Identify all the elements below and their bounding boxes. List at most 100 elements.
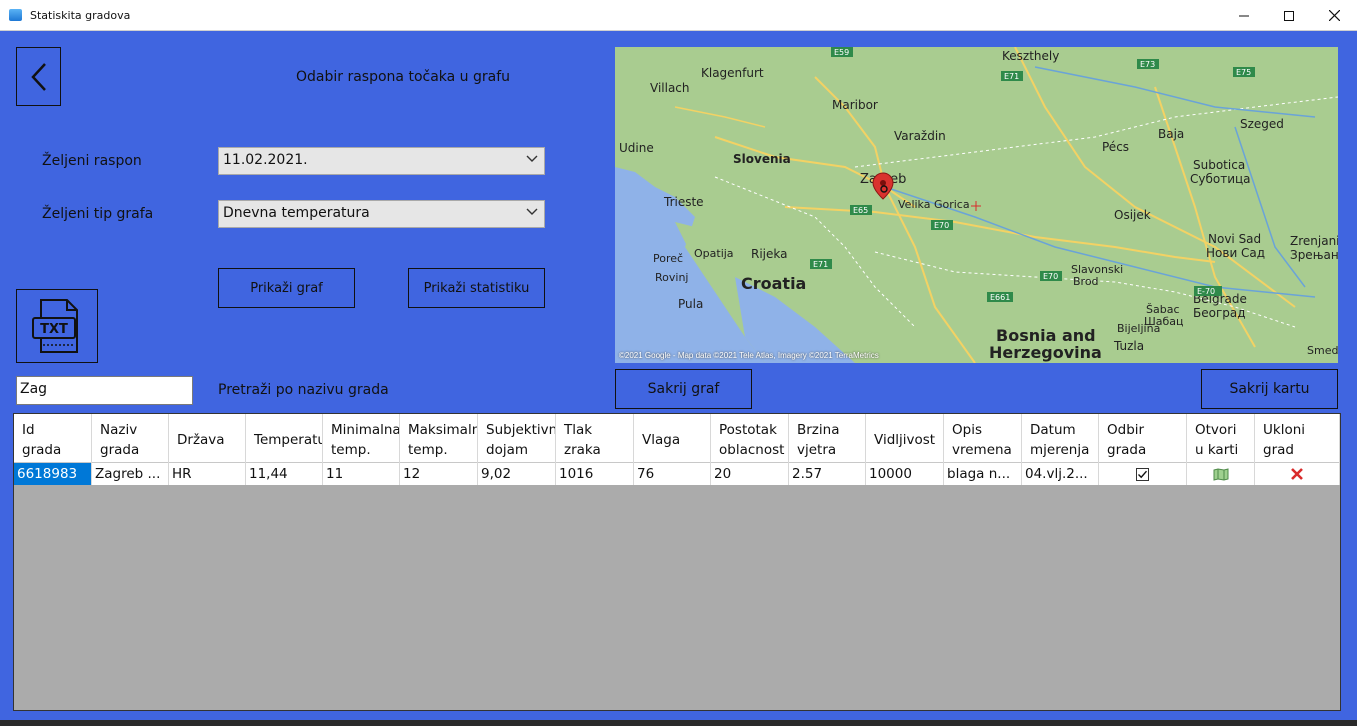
column-header-remove[interactable]: Ukloni grad — [1255, 414, 1340, 463]
minimize-button[interactable] — [1221, 0, 1267, 31]
search-input[interactable]: Zag — [16, 376, 193, 405]
taskbar-edge — [0, 720, 1357, 726]
map-label: Slovenia — [733, 152, 791, 166]
map-label: Rovinj — [655, 271, 688, 284]
map-label: Varaždin — [894, 129, 946, 143]
chevron-down-icon — [526, 208, 538, 215]
map-view[interactable]: Keszthely Klagenfurt Villach Maribor Var… — [615, 47, 1338, 363]
road-shield: E71 — [1004, 72, 1019, 81]
txt-icon-label: TXT — [40, 322, 68, 337]
map-label: Szeged — [1240, 117, 1284, 131]
column-header-wind[interactable]: Brzina vjetra — [789, 414, 866, 463]
show-statistics-button[interactable]: Prikaži statistiku — [408, 268, 545, 308]
road-shield: E70 — [934, 221, 949, 230]
maximize-button[interactable] — [1266, 0, 1312, 31]
column-header-date[interactable]: Datum mjerenja — [1022, 414, 1099, 463]
cell-open-map[interactable] — [1187, 463, 1255, 485]
map-icon — [1213, 467, 1228, 481]
cell-select[interactable] — [1099, 463, 1187, 485]
map-label: Keszthely — [1002, 49, 1059, 63]
road-shield: E59 — [834, 48, 849, 57]
cell-pressure[interactable]: 1016 — [556, 463, 634, 485]
maximize-icon — [1284, 10, 1294, 21]
column-header-max-temp[interactable]: Maksimaln temp. — [400, 414, 478, 463]
range-label: Željeni raspon — [42, 153, 142, 169]
map-label: Croatia — [741, 274, 806, 293]
map-label: Herzegovina — [989, 343, 1102, 362]
column-header-humidity[interactable]: Vlaga — [634, 414, 711, 463]
column-header-min-temp[interactable]: Minimalna temp. — [323, 414, 400, 463]
map-label: Зрењани — [1290, 248, 1338, 262]
cell-remove[interactable] — [1255, 463, 1340, 485]
column-header-pressure[interactable]: Tlak zraka — [556, 414, 634, 463]
back-arrow-icon — [30, 62, 46, 91]
show-graph-button[interactable]: Prikaži graf — [218, 268, 355, 308]
cell-id[interactable]: 6618983 — [14, 463, 92, 485]
title-bar: Statiskita gradova — [0, 0, 1357, 31]
chart-type-select-value: Dnevna temperatura — [223, 205, 370, 221]
cell-name[interactable]: Zagreb ... — [92, 463, 169, 485]
map-label: Bijeljina — [1117, 322, 1160, 335]
column-header-temperature[interactable]: Temperatu — [246, 414, 323, 463]
map-label: Smede — [1307, 344, 1338, 357]
map-label: Tuzla — [1113, 339, 1144, 353]
column-header-visibility[interactable]: Vidljivost — [866, 414, 944, 463]
checkbox-checked-icon — [1136, 467, 1149, 481]
cities-table[interactable]: Id grada Naziv grada Država Temperatu Mini… — [13, 413, 1341, 711]
road-shield: E73 — [1140, 60, 1155, 69]
column-header-feels-like[interactable]: Subjektivn dojam — [478, 414, 556, 463]
range-select[interactable]: 11.02.2021. — [218, 147, 545, 175]
chart-type-select[interactable]: Dnevna temperatura — [218, 200, 545, 228]
close-icon — [1328, 10, 1340, 21]
range-heading: Odabir raspona točaka u grafu — [296, 69, 511, 85]
cell-humidity[interactable]: 76 — [634, 463, 711, 485]
search-label: Pretraži po nazivu grada — [218, 382, 389, 398]
map-label: Baja — [1158, 127, 1184, 141]
map-label: Београд — [1193, 306, 1246, 320]
cell-feels-like[interactable]: 9,02 — [478, 463, 556, 485]
cell-wind[interactable]: 2.57 — [789, 463, 866, 485]
main-content: Odabir raspona točaka u grafu Željeni ra… — [0, 31, 1357, 726]
column-header-country[interactable]: Država — [169, 414, 246, 463]
map-label: Pécs — [1102, 140, 1129, 154]
txt-file-icon: TXT — [32, 299, 78, 353]
cell-visibility[interactable]: 10000 — [866, 463, 944, 485]
map-label: Нови Сад — [1206, 246, 1265, 260]
map-label: Суботица — [1190, 172, 1251, 186]
road-shield: E661 — [990, 293, 1010, 302]
hide-map-button[interactable]: Sakrij kartu — [1201, 369, 1338, 409]
column-header-select[interactable]: Odbir grada — [1099, 414, 1187, 463]
column-header-name[interactable]: Naziv grada — [92, 414, 169, 463]
close-button[interactable] — [1311, 0, 1357, 31]
map-label: Udine — [619, 141, 654, 155]
map-label: Pula — [678, 297, 703, 311]
column-header-description[interactable]: Opis vremena — [944, 414, 1022, 463]
cell-country[interactable]: HR — [169, 463, 246, 485]
column-header-id[interactable]: Id grada — [14, 414, 92, 463]
hide-graph-button[interactable]: Sakrij graf — [615, 369, 752, 409]
column-header-open-map[interactable]: Otvori u karti — [1187, 414, 1255, 463]
cell-min-temp[interactable]: 11 — [323, 463, 400, 485]
table-row[interactable]: 6618983 Zagreb ... HR 11,44 11 12 9,02 1… — [14, 463, 1340, 485]
map-label: Trieste — [663, 195, 704, 209]
cell-description[interactable]: blaga n... — [944, 463, 1022, 485]
map-label: Opatija — [694, 247, 734, 260]
minimize-icon — [1239, 15, 1249, 16]
cell-date[interactable]: 04.vlj.2... — [1022, 463, 1099, 485]
remove-x-icon — [1291, 468, 1303, 480]
map-label: Brod — [1073, 275, 1099, 288]
cell-max-temp[interactable]: 12 — [400, 463, 478, 485]
cell-temperature[interactable]: 11,44 — [246, 463, 323, 485]
map-label: Osijek — [1114, 208, 1151, 222]
map-label: Villach — [650, 81, 690, 95]
range-select-value: 11.02.2021. — [223, 152, 308, 168]
map-copyright: ©2021 Google - Map data ©2021 Tele Atlas… — [619, 351, 879, 360]
map-label: Subotica — [1193, 158, 1245, 172]
export-txt-button[interactable]: TXT — [16, 289, 98, 363]
column-header-clouds[interactable]: Postotak oblacnost — [711, 414, 789, 463]
app-icon — [9, 9, 22, 21]
road-shield: E65 — [853, 206, 868, 215]
map-canvas[interactable]: Keszthely Klagenfurt Villach Maribor Var… — [615, 47, 1338, 363]
cell-clouds[interactable]: 20 — [711, 463, 789, 485]
back-button[interactable] — [16, 47, 61, 106]
